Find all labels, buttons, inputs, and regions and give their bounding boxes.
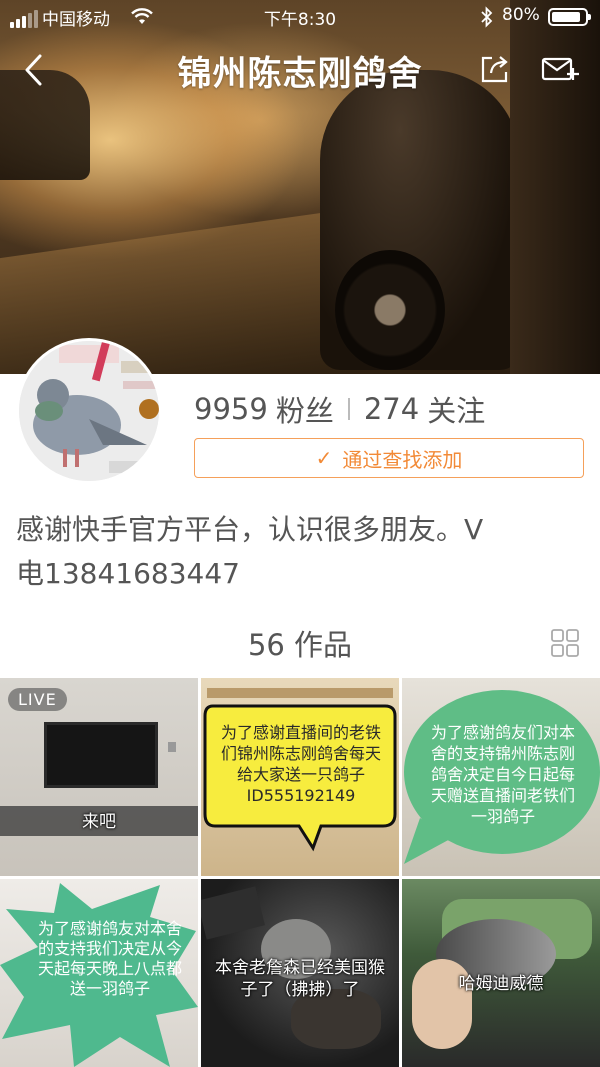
battery-icon [548, 8, 591, 26]
message-icon[interactable] [540, 52, 580, 86]
battery-percentage: 80% [502, 5, 540, 25]
tv-screen [44, 722, 158, 788]
profile-stats: 9959 粉丝 274 关注 [194, 388, 485, 430]
following-count[interactable]: 274 [364, 392, 419, 426]
wall-socket [168, 742, 176, 752]
bubble-text: 为了感谢直播间的老铁们锦州陈志刚鸽舍每天给大家送一只鸽子ID555192149 [220, 723, 381, 805]
work-tile-promo-star[interactable]: 为了感谢鸽友对本舍的支持我们决定从今天起每天晚上八点都送一羽鸽子 [0, 879, 198, 1067]
tile-caption: 哈姆迪威德 [458, 974, 544, 994]
work-tile-hamdi[interactable]: 哈姆迪威德 [402, 879, 600, 1067]
works-count: 56 作品 [247, 628, 353, 662]
sleeve [201, 886, 265, 940]
avatar[interactable] [16, 338, 162, 484]
live-badge: LIVE [8, 688, 67, 711]
add-via-search-button[interactable]: ✓ 通过查找添加 [194, 438, 584, 478]
work-tile-promo-green[interactable]: 为了感谢鸽友们对本舍的支持锦州陈志刚鸽舍决定自今日起每天赠送直播间老铁们一羽鸽子 [402, 678, 600, 876]
tile-caption: 来吧 [82, 812, 116, 832]
add-button-label: 通过查找添加 [342, 447, 463, 472]
works-header: 56 作品 [0, 618, 600, 666]
bio-line-1: 感谢快手官方平台，认识很多朋友。V [16, 513, 484, 546]
profile-bio: 感谢快手官方平台，认识很多朋友。V 电13841683447 [16, 508, 586, 596]
bio-line-2: 电13841683447 [16, 557, 240, 590]
fans-count[interactable]: 9959 [194, 392, 268, 426]
tile-caption: 本舍老詹森已经美国猴子了（拂拂）了 [215, 958, 385, 1000]
works-grid: LIVE 来吧 为了感谢直播间的老铁们锦州陈志刚鸽舍每天给大家送一只鸽子ID55… [0, 678, 600, 1067]
share-icon[interactable] [478, 52, 512, 86]
bubble-text: 为了感谢鸽友们对本舍的支持锦州陈志刚鸽舍决定自今日起每天赠送直播间老铁们一羽鸽子 [430, 723, 575, 826]
work-tile-pigeon-hands[interactable]: 本舍老詹森已经美国猴子了（拂拂）了 [201, 879, 399, 1067]
work-tile-live[interactable]: LIVE 来吧 [0, 678, 198, 876]
grid-view-icon[interactable] [550, 628, 580, 658]
nav-bar: 锦州陈志刚鸽舍 [0, 40, 600, 96]
stats-divider [347, 398, 350, 420]
following-label[interactable]: 关注 [427, 388, 485, 430]
bubble-text: 为了感谢鸽友对本舍的支持我们决定从今天起每天晚上八点都送一羽鸽子 [37, 919, 182, 998]
status-bar: 中国移动 下午8:30 80% [0, 0, 600, 34]
bluetooth-icon [481, 6, 493, 28]
work-tile-promo-yellow[interactable]: 为了感谢直播间的老铁们锦州陈志刚鸽舍每天给大家送一只鸽子ID555192149 [201, 678, 399, 876]
fans-label[interactable]: 粉丝 [276, 388, 334, 430]
check-icon: ✓ [315, 446, 333, 470]
